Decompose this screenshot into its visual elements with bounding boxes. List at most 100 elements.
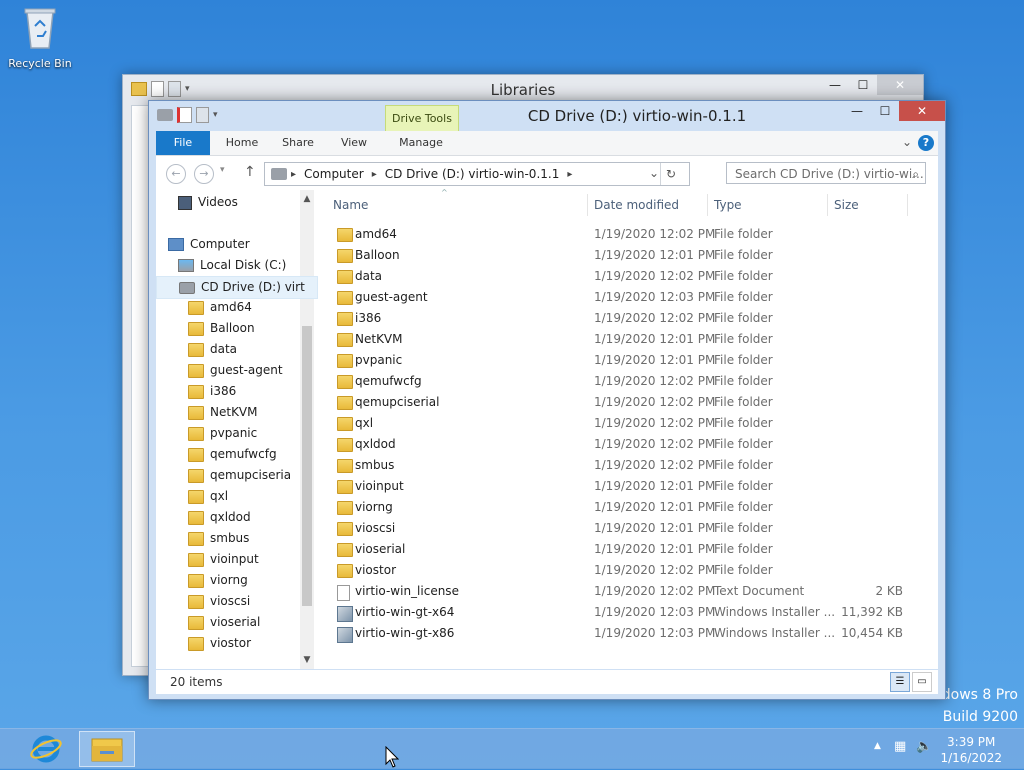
- chevron-down-icon[interactable]: ▾: [213, 110, 218, 120]
- file-row[interactable]: virtio-win_license 1/19/2020 12:02 PM Text…: [333, 581, 933, 602]
- breadcrumb-separator-icon[interactable]: ▸: [372, 169, 377, 180]
- nav-item-videos[interactable]: Videos: [178, 192, 290, 213]
- file-row[interactable]: qxldod 1/19/2020 12:02 PM File folder: [333, 434, 933, 455]
- nav-item-vioserial[interactable]: vioserial: [188, 612, 290, 633]
- properties-icon[interactable]: [177, 107, 192, 123]
- nav-item-qxldod[interactable]: qxldod: [188, 507, 290, 528]
- close-button[interactable]: ✕: [899, 101, 945, 121]
- scrollbar-thumb[interactable]: [302, 326, 312, 606]
- file-row[interactable]: qemupciserial 1/19/2020 12:02 PM File fold…: [333, 392, 933, 413]
- file-row[interactable]: NetKVM 1/19/2020 12:01 PM File folder: [333, 329, 933, 350]
- file-row[interactable]: virtio-win-gt-x86 1/19/2020 12:03 PM Windo…: [333, 623, 933, 644]
- address-dropdown-icon[interactable]: ⌄: [649, 166, 659, 180]
- nav-item-viostor[interactable]: viostor: [188, 633, 290, 654]
- details-view-button[interactable]: ☰: [890, 672, 910, 692]
- tab-view[interactable]: View: [334, 131, 374, 155]
- explorer-titlebar[interactable]: ▾ Drive Tools CD Drive (D:) virtio-win-0…: [149, 101, 945, 132]
- column-divider[interactable]: [587, 194, 588, 216]
- file-name: vioscsi: [355, 521, 396, 535]
- file-row[interactable]: data 1/19/2020 12:02 PM File folder: [333, 266, 933, 287]
- nav-item-smbus[interactable]: smbus: [188, 528, 290, 549]
- tab-share[interactable]: Share: [276, 131, 320, 155]
- nav-item-qxl[interactable]: qxl: [188, 486, 290, 507]
- folder-icon: [337, 522, 353, 536]
- file-type: File folder: [714, 290, 773, 304]
- file-row[interactable]: viostor 1/19/2020 12:02 PM File folder: [333, 560, 933, 581]
- file-row[interactable]: vioscsi 1/19/2020 12:01 PM File folder: [333, 518, 933, 539]
- maximize-button[interactable]: ☐: [871, 101, 899, 121]
- nav-item-computer[interactable]: Computer: [168, 234, 290, 255]
- file-row[interactable]: vioinput 1/19/2020 12:01 PM File folder: [333, 476, 933, 497]
- tab-file[interactable]: File: [156, 131, 210, 155]
- file-row[interactable]: pvpanic 1/19/2020 12:01 PM File folder: [333, 350, 933, 371]
- nav-item-pvpanic[interactable]: pvpanic: [188, 423, 290, 444]
- large-icons-view-button[interactable]: ▭: [912, 672, 932, 692]
- nav-item-qemufwcfg[interactable]: qemufwcfg: [188, 444, 290, 465]
- tab-home[interactable]: Home: [220, 131, 264, 155]
- scroll-down-arrow-icon[interactable]: ▼: [300, 655, 314, 665]
- expand-ribbon-chevron-icon[interactable]: ⌄: [902, 135, 912, 149]
- file-row[interactable]: smbus 1/19/2020 12:02 PM File folder: [333, 455, 933, 476]
- breadcrumb-cd-drive[interactable]: CD Drive (D:) virtio-win-0.1.1: [385, 167, 560, 181]
- address-bar[interactable]: ▸ Computer ▸ CD Drive (D:) virtio-win-0.…: [264, 162, 690, 186]
- file-date-modified: 1/19/2020 12:02 PM: [594, 563, 716, 577]
- taskbar-file-explorer[interactable]: [79, 731, 135, 767]
- file-row[interactable]: guest-agent 1/19/2020 12:03 PM File folder: [333, 287, 933, 308]
- volume-muted-icon[interactable]: 🔈: [916, 739, 932, 754]
- forward-button[interactable]: →: [194, 164, 214, 184]
- folder-icon: [188, 384, 204, 399]
- refresh-icon[interactable]: ↻: [660, 163, 681, 185]
- recycle-bin-shortcut[interactable]: Recycle Bin: [6, 6, 74, 70]
- file-row[interactable]: virtio-win-gt-x64 1/19/2020 12:03 PM Windo…: [333, 602, 933, 623]
- new-folder-icon[interactable]: [196, 107, 209, 123]
- minimize-button[interactable]: —: [843, 101, 871, 121]
- breadcrumb-computer[interactable]: Computer: [304, 167, 364, 181]
- back-button[interactable]: ←: [166, 164, 186, 184]
- nav-item-data[interactable]: data: [188, 339, 290, 360]
- nav-item-balloon[interactable]: Balloon: [188, 318, 290, 339]
- nav-item-qemupciserial[interactable]: qemupciserial: [188, 465, 290, 486]
- search-input[interactable]: Search CD Drive (D:) virtio-wi... ⌕: [726, 162, 926, 184]
- nav-item-amd64[interactable]: amd64: [188, 297, 290, 318]
- column-divider[interactable]: [907, 194, 908, 216]
- file-row[interactable]: i386 1/19/2020 12:02 PM File folder: [333, 308, 933, 329]
- file-row[interactable]: vioserial 1/19/2020 12:01 PM File folder: [333, 539, 933, 560]
- scroll-up-arrow-icon[interactable]: ▲: [300, 194, 314, 204]
- help-icon[interactable]: ?: [918, 135, 934, 151]
- nav-pane-scrollbar[interactable]: ▲ ▼: [300, 190, 314, 669]
- column-header-size[interactable]: Size: [834, 190, 859, 220]
- column-divider[interactable]: [827, 194, 828, 216]
- network-icon[interactable]: ▦: [894, 739, 906, 754]
- breadcrumb-separator-icon[interactable]: ▸: [291, 169, 296, 180]
- column-header-date-modified[interactable]: Date modified: [594, 190, 679, 220]
- maximize-button[interactable]: ☐: [849, 75, 877, 95]
- search-icon[interactable]: ⌕: [912, 163, 919, 185]
- nav-item-label: qemufwcfg: [210, 447, 277, 461]
- file-row[interactable]: amd64 1/19/2020 12:02 PM File folder: [333, 224, 933, 245]
- recent-locations-chevron-icon[interactable]: ▾: [220, 165, 225, 175]
- taskbar-internet-explorer[interactable]: [18, 731, 74, 767]
- column-header-type[interactable]: Type: [714, 190, 742, 220]
- nav-item-viorng[interactable]: viorng: [188, 570, 290, 591]
- nav-item-i386[interactable]: i386: [188, 381, 290, 402]
- file-row[interactable]: viorng 1/19/2020 12:01 PM File folder: [333, 497, 933, 518]
- nav-item-cd-drive-d-virt[interactable]: CD Drive (D:) virt: [156, 276, 318, 299]
- column-divider[interactable]: [707, 194, 708, 216]
- breadcrumb-separator-icon[interactable]: ▸: [567, 169, 572, 180]
- file-row[interactable]: Balloon 1/19/2020 12:01 PM File folder: [333, 245, 933, 266]
- up-arrow-icon[interactable]: ↑: [244, 164, 256, 180]
- nav-item-guest-agent[interactable]: guest-agent: [188, 360, 290, 381]
- nav-item-vioscsi[interactable]: vioscsi: [188, 591, 290, 612]
- minimize-button[interactable]: —: [821, 75, 849, 95]
- file-row[interactable]: qemufwcfg 1/19/2020 12:02 PM File folder: [333, 371, 933, 392]
- nav-item-local-disk-c[interactable]: Local Disk (C:): [178, 255, 290, 276]
- column-header-name[interactable]: Name: [333, 190, 368, 220]
- nav-item-netkvm[interactable]: NetKVM: [188, 402, 290, 423]
- explorer-window[interactable]: ▾ Drive Tools CD Drive (D:) virtio-win-0…: [148, 100, 946, 700]
- file-row[interactable]: qxl 1/19/2020 12:02 PM File folder: [333, 413, 933, 434]
- close-button[interactable]: ✕: [877, 75, 923, 95]
- clock[interactable]: 3:39 PM 1/16/2022: [940, 734, 1002, 766]
- tab-manage[interactable]: Manage: [386, 131, 456, 155]
- show-hidden-icons-icon[interactable]: ▲: [874, 741, 881, 751]
- nav-item-vioinput[interactable]: vioinput: [188, 549, 290, 570]
